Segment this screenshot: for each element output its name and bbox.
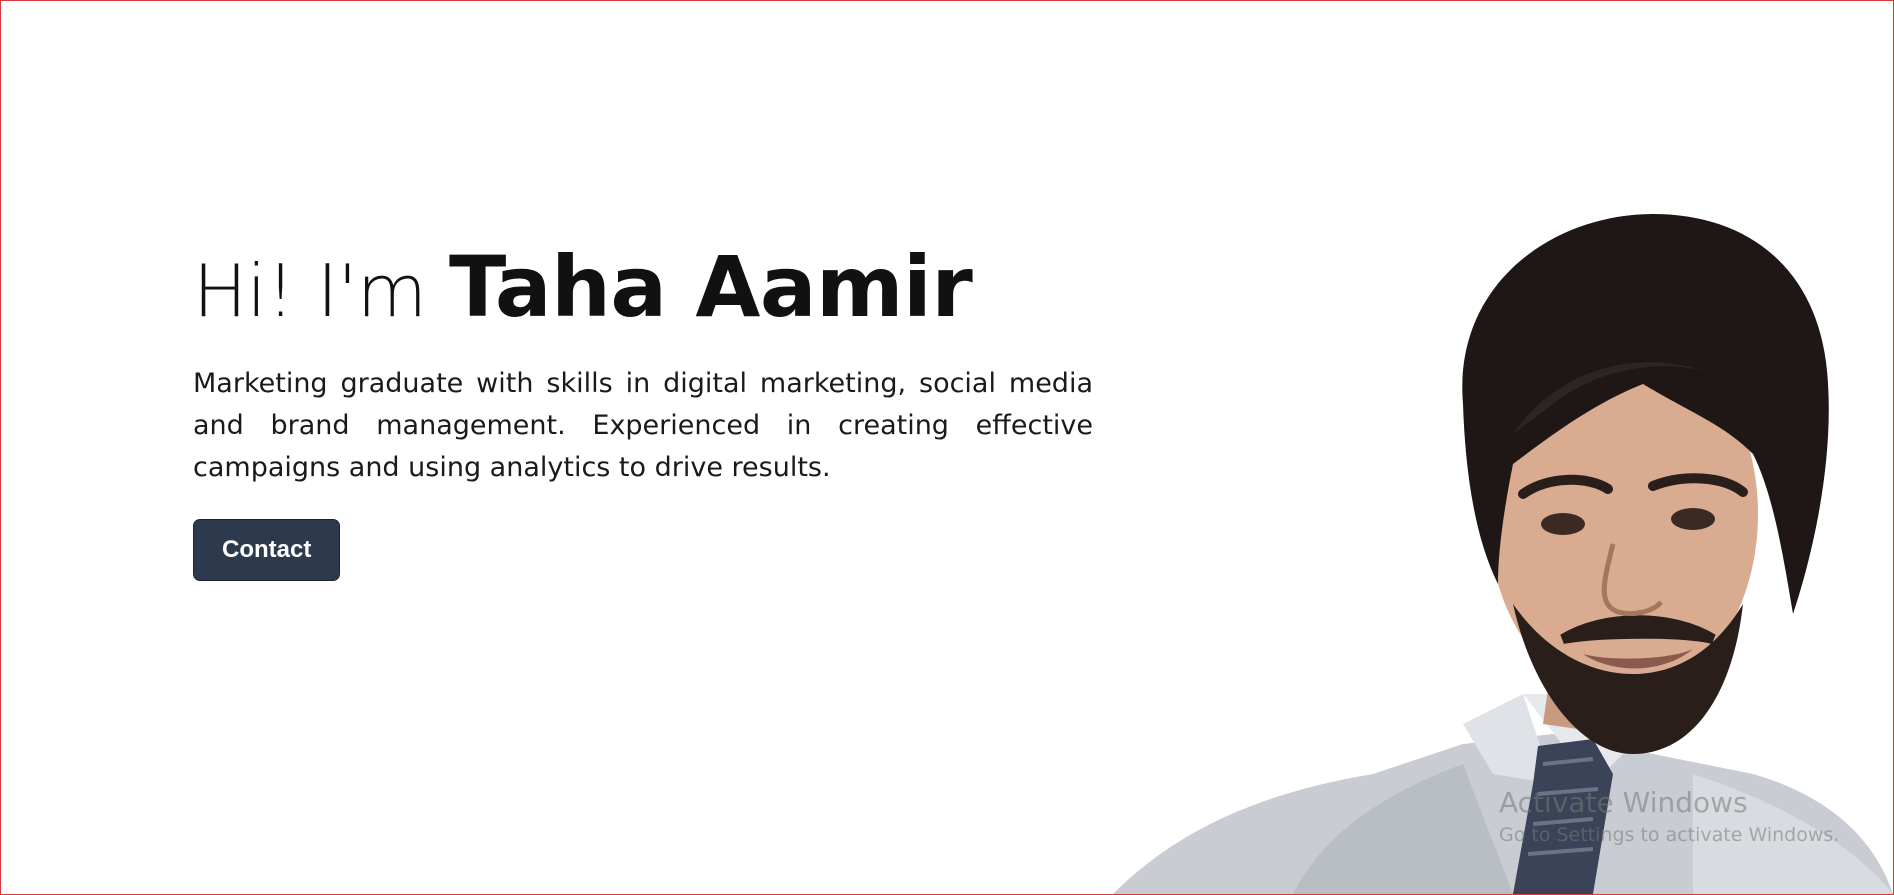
page: Hi! I'm Taha Aamir Marketing graduate wi…: [0, 0, 1894, 895]
greeting-text: Hi! I'm: [193, 249, 427, 333]
bio-paragraph: Marketing graduate with skills in digita…: [193, 368, 1093, 484]
windows-activation-watermark: Activate Windows Go to Settings to activ…: [1499, 785, 1839, 849]
hero-headline: Hi! I'm Taha Aamir: [193, 241, 1093, 333]
watermark-subtitle: Go to Settings to activate Windows.: [1499, 824, 1840, 846]
person-name: Taha Aamir: [448, 238, 973, 336]
watermark-title: Activate Windows: [1499, 786, 1748, 819]
contact-button[interactable]: Contact: [193, 519, 341, 582]
profile-portrait: [1113, 214, 1893, 894]
hero-section: Hi! I'm Taha Aamir Marketing graduate wi…: [193, 241, 1093, 582]
